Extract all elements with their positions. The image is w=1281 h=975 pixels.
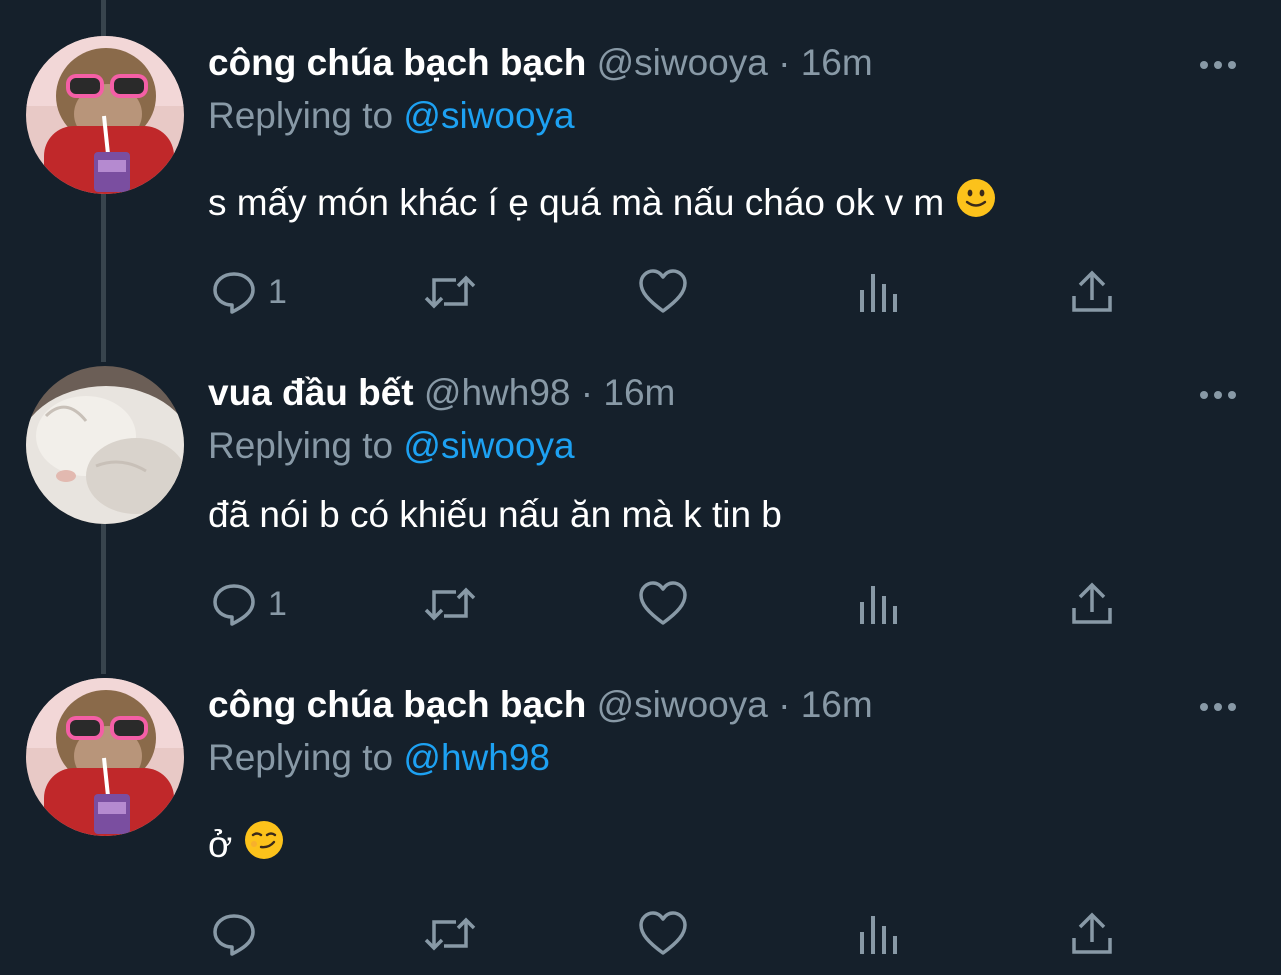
display-name[interactable]: công chúa bạch bạch xyxy=(208,42,586,83)
retweet-button[interactable] xyxy=(422,580,478,628)
tweet-text: ở xyxy=(208,820,284,870)
analytics-icon xyxy=(860,274,897,312)
replying-to: Replying to @siwooya xyxy=(208,424,575,468)
replying-to: Replying to @hwh98 xyxy=(208,736,550,780)
monkey-avatar xyxy=(26,36,184,194)
replying-prefix: Replying to xyxy=(208,95,394,136)
replying-to: Replying to @siwooya xyxy=(208,94,575,138)
tweet-body: đã nói b có khiếu nấu ăn mà k tin b xyxy=(208,494,782,535)
action-bar xyxy=(0,910,1281,958)
white-cat-avatar xyxy=(26,366,184,524)
share-icon xyxy=(1072,912,1112,954)
reply-count: 1 xyxy=(268,584,287,623)
avatar[interactable] xyxy=(26,366,184,524)
replying-prefix: Replying to xyxy=(208,737,394,778)
action-bar: 1 xyxy=(0,580,1281,628)
tweet[interactable]: công chúa bạch bạch @siwooya · 16m Reply… xyxy=(0,642,1281,975)
retweet-icon xyxy=(424,587,476,621)
separator: · xyxy=(778,42,791,83)
heart-icon xyxy=(639,269,687,313)
avatar[interactable] xyxy=(26,36,184,194)
like-button[interactable] xyxy=(638,910,688,958)
analytics-button[interactable] xyxy=(858,268,900,316)
smirking-face-icon xyxy=(244,820,284,870)
tweet-text: đã nói b có khiếu nấu ăn mà k tin b xyxy=(208,493,782,537)
timestamp[interactable]: 16m xyxy=(603,372,675,413)
share-button[interactable] xyxy=(1070,580,1114,628)
separator: · xyxy=(778,684,791,725)
more-icon[interactable] xyxy=(1196,697,1240,717)
share-button[interactable] xyxy=(1070,910,1114,958)
tweet-header: công chúa bạch bạch @siwooya · 16m xyxy=(208,683,873,727)
tweet[interactable]: vua đầu bết @hwh98 · 16m Replying to @si… xyxy=(0,330,1281,642)
share-icon xyxy=(1072,582,1112,624)
tweet[interactable]: công chúa bạch bạch @siwooya · 16m Reply… xyxy=(0,0,1281,330)
reply-icon xyxy=(213,272,255,314)
share-button[interactable] xyxy=(1070,268,1114,316)
retweet-button[interactable] xyxy=(422,910,478,958)
reply-button[interactable]: 1 xyxy=(210,580,287,628)
action-bar: 1 xyxy=(0,268,1281,316)
user-handle[interactable]: @hwh98 xyxy=(424,372,571,413)
analytics-icon xyxy=(860,586,897,624)
reply-button[interactable]: 1 xyxy=(210,268,287,316)
mention-link[interactable]: @siwooya xyxy=(403,425,574,466)
analytics-button[interactable] xyxy=(858,910,900,958)
slightly-smiling-face-icon xyxy=(956,178,996,228)
reply-icon xyxy=(213,914,255,956)
reply-button[interactable] xyxy=(210,910,268,958)
avatar[interactable] xyxy=(26,678,184,836)
monkey-avatar xyxy=(26,678,184,836)
retweet-button[interactable] xyxy=(422,268,478,316)
reply-count: 1 xyxy=(268,272,287,311)
more-icon[interactable] xyxy=(1196,385,1240,405)
mention-link[interactable]: @hwh98 xyxy=(403,737,550,778)
tweet-header: vua đầu bết @hwh98 · 16m xyxy=(208,371,675,415)
retweet-icon xyxy=(424,275,476,309)
display-name[interactable]: vua đầu bết xyxy=(208,372,414,413)
more-icon[interactable] xyxy=(1196,55,1240,75)
share-icon xyxy=(1072,270,1112,312)
reply-icon xyxy=(213,584,255,626)
display-name[interactable]: công chúa bạch bạch xyxy=(208,684,586,725)
like-button[interactable] xyxy=(638,580,688,628)
tweet-body: ở xyxy=(208,824,233,865)
timestamp[interactable]: 16m xyxy=(801,684,873,725)
tweet-body: s mấy món khác í ẹ quá mà nấu cháo ok v … xyxy=(208,182,945,223)
like-button[interactable] xyxy=(638,268,688,316)
tweet-header: công chúa bạch bạch @siwooya · 16m xyxy=(208,41,873,85)
timestamp[interactable]: 16m xyxy=(801,42,873,83)
mention-link[interactable]: @siwooya xyxy=(403,95,574,136)
user-handle[interactable]: @siwooya xyxy=(597,42,768,83)
analytics-button[interactable] xyxy=(858,580,900,628)
replying-prefix: Replying to xyxy=(208,425,394,466)
heart-icon xyxy=(639,581,687,625)
user-handle[interactable]: @siwooya xyxy=(597,684,768,725)
heart-icon xyxy=(639,911,687,955)
tweet-text: s mấy món khác í ẹ quá mà nấu cháo ok v … xyxy=(208,178,996,228)
retweet-icon xyxy=(424,917,476,951)
separator: · xyxy=(580,372,594,413)
analytics-icon xyxy=(860,916,897,954)
